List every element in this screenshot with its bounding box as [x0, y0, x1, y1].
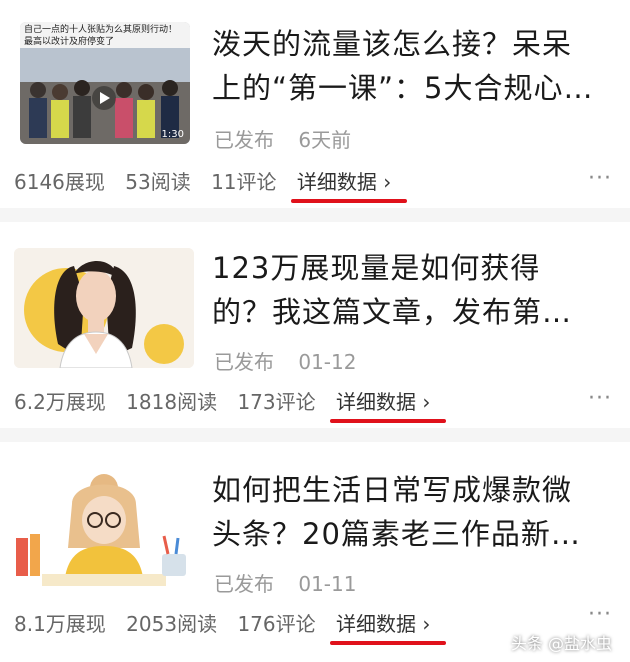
article-card[interactable]: 如何把生活日常写成爆款微 头条？20篇素老三作品新… 已发布 01-11 8.1… [0, 442, 630, 662]
reads-count: 53阅读 [125, 170, 191, 194]
article-card[interactable]: 123万展现量是如何获得 的？我这篇文章，发布第… 已发布 01-12 6.2万… [0, 222, 630, 428]
article-meta: 已发布 01-11 [214, 568, 374, 597]
video-duration: 1:30 [161, 129, 184, 140]
girl-reading-illustration-image [12, 468, 196, 592]
article-title[interactable]: 泼天的流量该怎么接？呆呆 上的“第一课”：5大合规心… [212, 22, 612, 110]
article-thumbnail[interactable]: 自己一点的十人张贴为么其原则行动！ 最高以改计及府停变了 1:30 [20, 22, 190, 144]
comments-count: 173评论 [237, 390, 316, 414]
more-options-icon[interactable]: ··· [588, 166, 612, 191]
woman-illustration-image [14, 248, 194, 368]
reads-count: 2053阅读 [126, 612, 218, 636]
reads-count: 1818阅读 [126, 390, 218, 414]
comments-count: 176评论 [237, 612, 316, 636]
publish-time: 01-12 [298, 350, 357, 374]
detail-data-link[interactable]: 详细数据 › [297, 170, 391, 194]
comments-count: 11评论 [211, 170, 277, 194]
impressions-count: 6.2万展现 [14, 390, 106, 414]
publish-status: 已发布 [214, 128, 274, 152]
article-thumbnail[interactable] [12, 468, 196, 592]
more-options-icon[interactable]: ··· [588, 386, 612, 411]
more-options-icon[interactable]: ··· [588, 602, 612, 627]
article-meta: 已发布 01-12 [214, 346, 374, 375]
article-stats: 6146展现 53阅读 11评论 详细数据 › [14, 166, 405, 195]
impressions-count: 8.1万展现 [14, 612, 106, 636]
impressions-count: 6146展现 [14, 170, 105, 194]
publish-time: 6天前 [298, 128, 352, 152]
detail-data-link[interactable]: 详细数据 › [336, 612, 430, 636]
watermark: 头条 @盐水虫 [510, 634, 612, 653]
article-title[interactable]: 123万展现量是如何获得 的？我这篇文章，发布第… [212, 246, 612, 334]
detail-data-link[interactable]: 详细数据 › [336, 390, 430, 414]
publish-status: 已发布 [214, 572, 274, 596]
article-stats: 6.2万展现 1818阅读 173评论 详细数据 › [14, 386, 444, 415]
article-card[interactable]: 自己一点的十人张贴为么其原则行动！ 最高以改计及府停变了 1:30 泼天的流量该… [0, 0, 630, 208]
article-meta: 已发布 6天前 [214, 124, 369, 153]
publish-time: 01-11 [298, 572, 357, 596]
thumbnail-caption: 自己一点的十人张贴为么其原则行动！ 最高以改计及府停变了 [24, 25, 178, 47]
article-thumbnail[interactable] [14, 248, 194, 368]
article-stats: 8.1万展现 2053阅读 176评论 详细数据 › [14, 608, 444, 637]
article-title[interactable]: 如何把生活日常写成爆款微 头条？20篇素老三作品新… [212, 468, 612, 556]
publish-status: 已发布 [214, 350, 274, 374]
